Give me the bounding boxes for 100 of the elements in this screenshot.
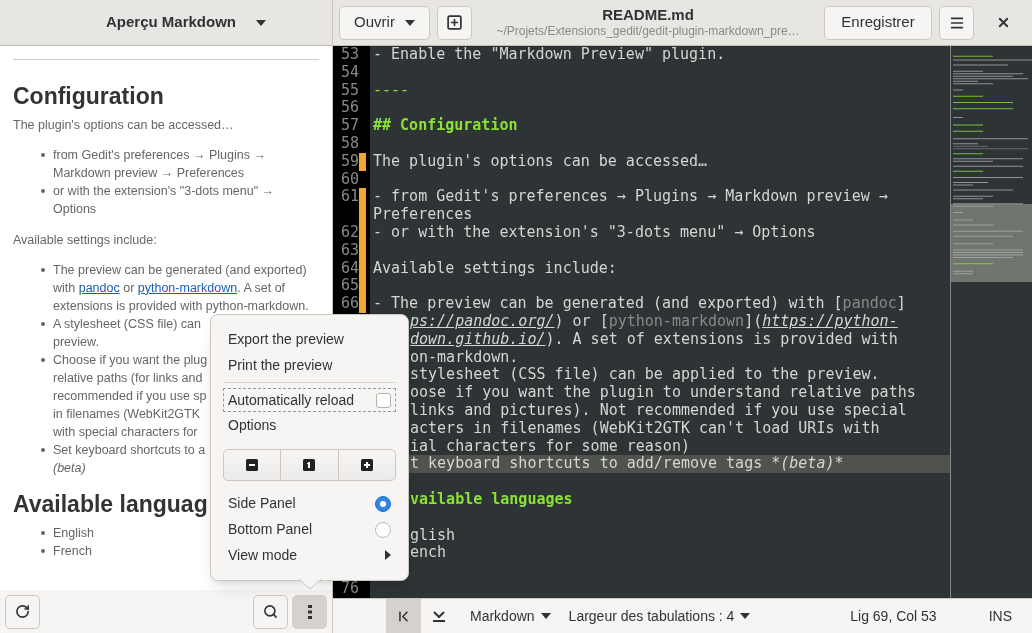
bullet-icon	[41, 448, 45, 452]
window-title: README.md	[602, 6, 694, 24]
submenu-arrow-icon	[385, 550, 391, 561]
list-text: extensions is provided with python-markdown.	[53, 297, 309, 315]
list-text: A stylesheet (CSS file) can	[53, 315, 201, 333]
list-text: English	[53, 524, 94, 542]
line-number: 65	[339, 277, 359, 296]
menu-item[interactable]: Options	[223, 412, 396, 439]
code-text: vailable languages	[410, 490, 573, 509]
line-number: 57	[339, 117, 359, 135]
code-text: on-markdown.	[410, 348, 519, 367]
link[interactable]: pandoc	[78, 278, 120, 298]
tab-width-dropdown[interactable]: Largeur des tabulations : 4	[568, 605, 751, 627]
new-tab-icon	[446, 14, 463, 31]
zoom-in-icon	[360, 458, 373, 471]
line-number: 63	[339, 241, 359, 260]
checkbox[interactable]	[376, 392, 391, 408]
code-text: https://python-	[762, 312, 898, 331]
list-text: or with the extension's "3-dots menu" →	[53, 182, 275, 200]
menu-icon	[948, 14, 965, 31]
list-text: . A set of	[237, 279, 286, 297]
paragraph: Available settings include:	[13, 232, 157, 249]
line-number: 60	[339, 170, 359, 189]
bullet-icon	[41, 268, 45, 272]
code-text: ps://pandoc.org/	[410, 312, 555, 331]
menu-item[interactable]: Print the preview	[223, 352, 396, 379]
bullet-icon	[41, 531, 45, 535]
line-number: 54	[339, 63, 359, 82]
zoom-reset-icon	[303, 458, 316, 471]
list-text: (beta)	[53, 459, 86, 477]
list-text: Choose if you want the plug	[53, 351, 208, 369]
menu-button[interactable]	[939, 5, 974, 40]
bullet-icon	[41, 358, 45, 362]
bullet-icon	[41, 153, 45, 157]
caret-icon	[540, 613, 551, 619]
line-number: 62	[339, 223, 359, 242]
list-text: relative paths (for links and	[53, 369, 204, 387]
code-text: - Enable the "Markdown Preview" plugin.	[373, 46, 726, 64]
go-first-button[interactable]	[386, 598, 421, 633]
save-button[interactable]: Enregistrer	[824, 5, 932, 40]
window-subtitle: ~/Projets/Extensions_gedit/gedit-plugin-markdown_pre…	[496, 24, 800, 39]
heading: Available languag	[13, 490, 208, 518]
code-text: The plugin's options can be accessed…	[373, 152, 708, 171]
radio-button[interactable]	[375, 521, 391, 538]
code-text: oose if you want the plugin to understand relative paths	[410, 384, 916, 402]
menu-item[interactable]: Export the preview	[223, 327, 396, 353]
search-icon	[263, 604, 278, 619]
list-text: Set keyboard shortcuts to a	[53, 441, 206, 459]
list-text: Options	[53, 200, 98, 218]
refresh-icon	[15, 604, 30, 619]
open-button[interactable]: Ouvrir	[339, 5, 430, 40]
list-text: with	[53, 279, 77, 297]
code-text: - or with the extension's "3-dots menu" → Options	[373, 223, 816, 242]
close-icon	[996, 15, 1011, 30]
code-text: python-markdown	[608, 312, 745, 331]
code-text: pandoc	[842, 295, 897, 313]
more-button[interactable]	[292, 594, 327, 629]
line-number: 59	[339, 152, 359, 171]
code-text: ) or [	[554, 312, 609, 331]
line-number: 64	[339, 259, 359, 278]
code-text: links and pictures). Not recommended if you use special	[410, 401, 907, 420]
code-text: ----	[373, 81, 410, 100]
line-number: 53	[339, 46, 359, 64]
line-number: 56	[339, 99, 359, 118]
bullet-icon	[41, 322, 45, 326]
cursor-position: Lig 69, Col 53	[850, 606, 937, 626]
panel-title[interactable]: Aperçu Markdown	[106, 11, 236, 34]
zoom-out-icon	[246, 458, 259, 471]
menu-radio-item[interactable]: Bottom Panel	[223, 516, 396, 543]
bullet-icon	[41, 189, 45, 193]
radio-button[interactable]	[375, 495, 391, 512]
caret-icon	[256, 19, 266, 26]
code-text: (beta)	[780, 455, 835, 474]
code-text: stylesheet (CSS file) can be applied to the preview.	[410, 366, 880, 385]
list-text: or	[122, 279, 136, 297]
line-number: 66	[339, 295, 359, 313]
list-text: Markdown preview → Preferences	[53, 164, 246, 182]
code-text: ## Configuration	[373, 117, 518, 135]
list-text: with special characters for	[53, 423, 199, 441]
code-text: down.github.io/	[410, 330, 546, 349]
refresh-button[interactable]	[5, 594, 40, 629]
line-number: 76	[339, 579, 359, 598]
go-bottom-icon	[431, 609, 446, 623]
menu-check-item[interactable]: Automatically reload	[223, 388, 396, 412]
code-text: ench	[410, 544, 447, 563]
language-dropdown[interactable]: Markdown	[470, 605, 551, 627]
list-text: from Gedit's preferences → Plugins →	[53, 146, 266, 164]
menu-submenu-item[interactable]: View mode	[223, 542, 396, 568]
more-icon	[307, 604, 312, 619]
code-text: ]	[896, 295, 906, 313]
line-number: 58	[339, 135, 359, 153]
bullet-icon	[41, 549, 45, 553]
search-button[interactable]	[253, 594, 288, 629]
menu-radio-item[interactable]: Side Panel	[223, 491, 396, 517]
new-tab-button[interactable]	[437, 5, 472, 40]
code-text: acters in filenames (WebKit2GTK can't load URIs with	[410, 419, 880, 438]
code-text: t keyboard shortcuts to add/remove tags *	[410, 455, 781, 474]
caret-icon	[404, 19, 415, 26]
code-text: - from Gedit's preferences → Plugins → Markdown preview →	[373, 188, 888, 207]
line-number: 61	[339, 188, 359, 207]
